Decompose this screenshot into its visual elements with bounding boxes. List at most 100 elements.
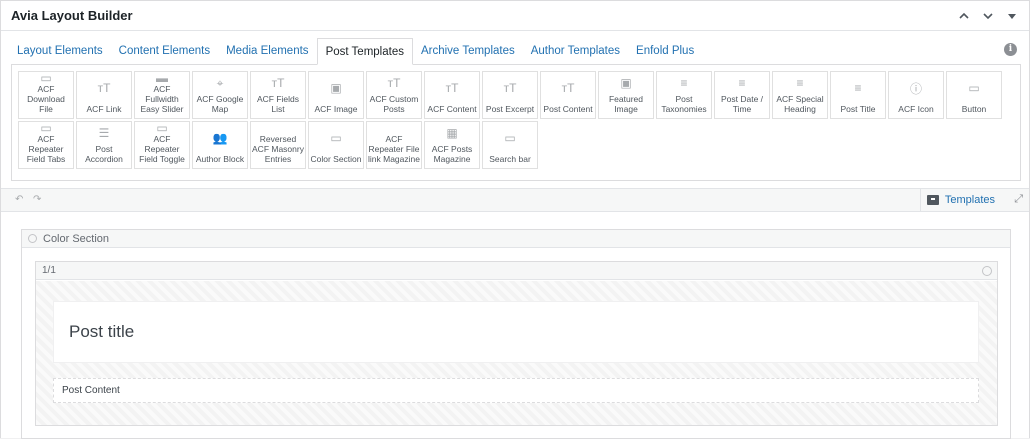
section-circle-icon (28, 234, 37, 243)
element-post-accordion[interactable]: ☰ Post Accordion (76, 121, 132, 169)
element-post-taxonomies[interactable]: ≡ Post Taxonomies (656, 71, 712, 119)
column-header[interactable]: 1/1 (36, 262, 997, 280)
lines-icon: ≡ (796, 76, 804, 90)
element-label: Post Content (543, 104, 593, 114)
text-icon: тT (387, 76, 401, 90)
element-label: ACF Fields List (256, 94, 300, 114)
text-icon: тT (445, 81, 459, 95)
column-label: 1/1 (42, 265, 56, 276)
element-acf-repeater-field-toggle[interactable]: ▭ ACF Repeater Field Toggle (134, 121, 190, 169)
element-label: ACF Posts Magazine (431, 144, 473, 164)
builder-toolbar: ↶ ↷ Templates ⤢ (1, 188, 1029, 212)
element-label: ACF Custom Posts (369, 94, 419, 114)
image-icon: ▣ (620, 76, 632, 90)
element-label: ACF Repeater File link Magazine (368, 134, 420, 164)
element-author-block[interactable]: 👥 Author Block (192, 121, 248, 169)
column-circle-icon[interactable] (982, 266, 992, 276)
element-label: Reversed ACF Masonry Entries (252, 134, 304, 164)
templates-label: Templates (944, 194, 995, 206)
text-icon: тT (97, 81, 111, 95)
templates-button[interactable]: Templates (919, 189, 1001, 211)
tab-archive-templates[interactable]: Archive Templates (413, 38, 523, 65)
element-label: ACF Download File (27, 84, 65, 114)
templates-icon (926, 195, 939, 205)
chevron-down-icon[interactable] (979, 7, 997, 25)
element-label: ACF Content (427, 104, 477, 114)
element-button[interactable]: ▭ Button (946, 71, 1002, 119)
slider-icon: ▬ (156, 71, 168, 85)
element-reversed-acf-masonry-entries[interactable]: Reversed ACF Masonry Entries (250, 121, 306, 169)
layout-builder-panel: Avia Layout Builder Layout Elements Conte… (0, 0, 1030, 439)
element-acf-fullwidth-easy-slider[interactable]: ▬ ACF Fullwidth Easy Slider (134, 71, 190, 119)
column-body: Post title Post Content (36, 281, 997, 425)
element-label: Post Date / Time (720, 94, 764, 114)
element-label: ACF Repeater Field Tabs (26, 134, 66, 164)
lines-icon: ≡ (854, 81, 862, 95)
section-header[interactable]: Color Section (22, 230, 1010, 248)
tab-media-elements[interactable]: Media Elements (218, 38, 316, 65)
post-content-element[interactable]: Post Content (53, 378, 979, 403)
redo-icon[interactable]: ↷ (33, 194, 41, 205)
post-title-element[interactable]: Post title (53, 301, 979, 363)
element-acf-image[interactable]: ▣ ACF Image (308, 71, 364, 119)
undo-icon[interactable]: ↶ (15, 194, 23, 205)
element-acf-special-heading[interactable]: ≡ ACF Special Heading (772, 71, 828, 119)
map-pin-icon: ⌖ (216, 75, 224, 90)
element-label: ACF Image (314, 104, 358, 114)
post-content-text: Post Content (62, 385, 120, 396)
element-post-excerpt[interactable]: тT Post Excerpt (482, 71, 538, 119)
element-acf-content[interactable]: тT ACF Content (424, 71, 480, 119)
element-search-bar[interactable]: ▭ Search bar (482, 121, 538, 169)
element-label: ACF Icon (898, 104, 934, 114)
element-acf-google-map[interactable]: ⌖ ACF Google Map (192, 71, 248, 119)
chevron-up-icon[interactable] (955, 7, 973, 25)
element-label: Author Block (195, 154, 245, 164)
text-icon: тT (271, 76, 285, 90)
info-icon[interactable]: i (1004, 43, 1017, 56)
element-label: Color Section (310, 154, 362, 164)
element-acf-repeater-field-tabs[interactable]: ▭ ACF Repeater Field Tabs (18, 121, 74, 169)
element-label: ACF Fullwidth Easy Slider (140, 84, 184, 114)
tab-enfold-plus[interactable]: Enfold Plus (628, 38, 702, 65)
section-label: Color Section (43, 232, 110, 245)
users-icon: 👥 (212, 131, 228, 145)
elements-grid: ▭ ACF Download File тT ACF Link ▬ ACF Fullwid… (18, 71, 1002, 169)
element-acf-repeater-file-link-magazine[interactable]: ACF Repeater File link Magazine (366, 121, 422, 169)
element-acf-fields-list[interactable]: тT ACF Fields List (250, 71, 306, 119)
tab-content-elements[interactable]: Content Elements (111, 38, 218, 65)
column-1-1[interactable]: 1/1 Post title Post Content (35, 261, 998, 426)
section-icon: ▭ (330, 131, 342, 145)
tab-post-templates[interactable]: Post Templates (316, 38, 413, 65)
triangle-down-icon[interactable] (1003, 7, 1021, 25)
element-post-title[interactable]: ≡ Post Title (830, 71, 886, 119)
post-title-text: Post title (69, 322, 135, 341)
element-color-section[interactable]: ▭ Color Section (308, 121, 364, 169)
builder-canvas: Color Section 1/1 Post title Post Conten… (1, 213, 1029, 439)
tab-layout-elements[interactable]: Layout Elements (9, 38, 111, 65)
grid-icon: ▦ (446, 126, 458, 140)
element-label: ACF Repeater Field Toggle (139, 134, 185, 164)
tab-author-templates[interactable]: Author Templates (523, 38, 628, 65)
text-icon: тT (503, 81, 517, 95)
element-post-content[interactable]: тT Post Content (540, 71, 596, 119)
lines-icon: ≡ (680, 76, 688, 90)
element-post-date-time[interactable]: ≡ Post Date / Time (714, 71, 770, 119)
element-label: Post Taxonomies (661, 94, 707, 114)
element-acf-link[interactable]: тT ACF Link (76, 71, 132, 119)
expand-icon[interactable]: ⤢ (1014, 193, 1023, 206)
panel-title: Avia Layout Builder (11, 8, 133, 23)
element-label: Post Title (840, 104, 876, 114)
element-acf-posts-magazine[interactable]: ▦ ACF Posts Magazine (424, 121, 480, 169)
element-acf-custom-posts[interactable]: тT ACF Custom Posts (366, 71, 422, 119)
element-tabs: Layout Elements Content Elements Media Ele… (9, 38, 702, 65)
element-label: Search bar (489, 154, 531, 164)
element-label: ACF Special Heading (776, 94, 824, 114)
element-label: Featured Image (608, 94, 644, 114)
info-icon: ⓘ (909, 81, 922, 96)
color-section[interactable]: Color Section 1/1 Post title Post Conten… (21, 229, 1011, 439)
elements-panel: ▭ ACF Download File тT ACF Link ▬ ACF Fullwid… (11, 64, 1021, 181)
element-acf-download-file[interactable]: ▭ ACF Download File (18, 71, 74, 119)
toggle-icon: ▭ (156, 121, 168, 135)
element-featured-image[interactable]: ▣ Featured Image (598, 71, 654, 119)
element-acf-icon[interactable]: ⓘ ACF Icon (888, 71, 944, 119)
